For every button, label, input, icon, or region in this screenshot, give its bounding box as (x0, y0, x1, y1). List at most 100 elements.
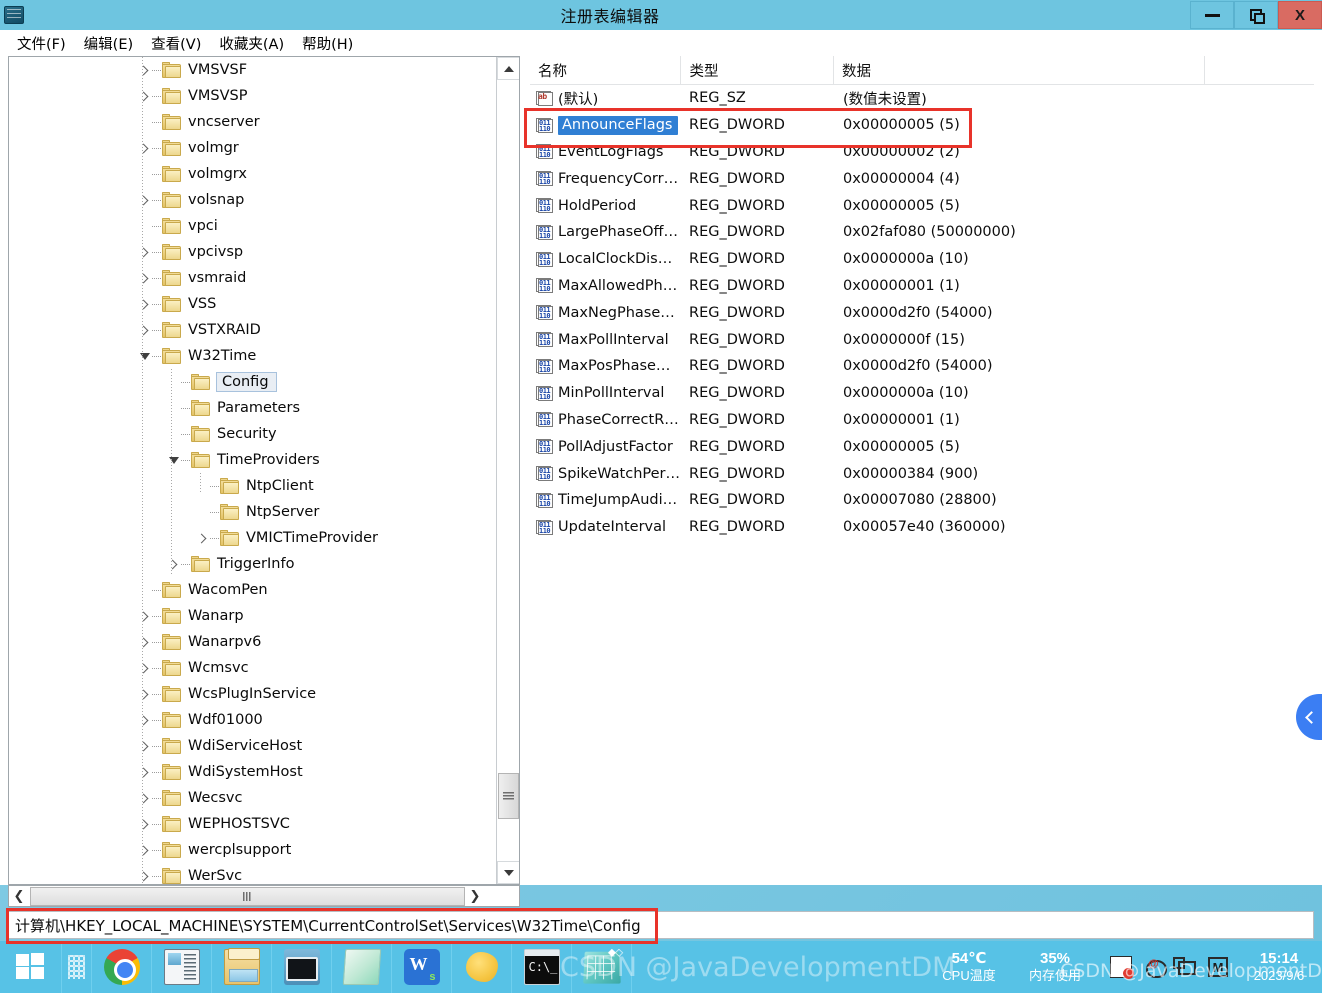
value-name-cell[interactable]: 011 110 MaxAllowedPh… (530, 278, 683, 294)
value-name-cell[interactable]: 011 110 MaxPollInterval (530, 332, 683, 348)
scroll-left-button[interactable]: ❮ (9, 886, 29, 906)
tree-node[interactable]: NtpServer (9, 499, 495, 525)
value-row[interactable]: 011 110 LargePhaseOff… REG_DWORD 0x02faf080 … (530, 219, 1314, 246)
value-row[interactable]: 011 110 MaxPollInterval REG_DWORD 0x0000000f… (530, 326, 1314, 353)
menu-item-favorites[interactable]: 收藏夹(A) (210, 31, 293, 56)
taskbar-app-docviewer[interactable] (152, 941, 212, 993)
value-name-cell[interactable]: 011 110 SpikeWatchPer… (530, 466, 683, 482)
taskbar-app-chrome[interactable] (92, 941, 152, 993)
tree-node[interactable]: vpci (9, 213, 495, 239)
tree-node[interactable]: Config (9, 369, 495, 395)
tree-node[interactable]: VMSVSP (9, 83, 495, 109)
chevron-right-icon[interactable] (137, 759, 152, 785)
m-tray-icon[interactable]: M (1208, 957, 1228, 977)
tree-node[interactable]: VMICTimeProvider (9, 525, 495, 551)
chevron-down-icon[interactable] (166, 447, 181, 473)
chevron-right-icon[interactable] (137, 707, 152, 733)
value-name-cell[interactable]: 011 110 MinPollInterval (530, 385, 683, 401)
chevron-right-icon[interactable] (137, 811, 152, 837)
tree-node[interactable]: WacomPen (9, 577, 495, 603)
tree-node[interactable]: vncserver (9, 109, 495, 135)
value-row[interactable]: 011 110 SpikeWatchPer… REG_DWORD 0x00000384 … (530, 460, 1314, 487)
taskbar-app-cmd[interactable]: C:\_ (512, 941, 572, 993)
taskbar-app-explorer[interactable] (212, 941, 272, 993)
chevron-right-icon[interactable] (137, 83, 152, 109)
tree-node[interactable]: Wcmsvc (9, 655, 495, 681)
value-list-body[interactable]: ab (默认) REG_SZ (数值未设置) 011 110 AnnounceFlags RE… (530, 85, 1314, 541)
scroll-down-button[interactable] (497, 861, 519, 884)
value-name-cell[interactable]: ab (默认) (530, 88, 683, 109)
scroll-right-button[interactable]: ❯ (465, 886, 485, 906)
taskbar-app-wps[interactable]: Ws (392, 941, 452, 993)
registry-tree-pane[interactable]: VMSVSF VMSVSP vncserver volmgr volmgrx volsna… (8, 56, 520, 885)
chevron-right-icon[interactable] (137, 135, 152, 161)
tree-node[interactable]: Wecsvc (9, 785, 495, 811)
value-row[interactable]: 011 110 MaxAllowedPh… REG_DWORD 0x00000001 (… (530, 273, 1314, 300)
tree-node[interactable]: Security (9, 421, 495, 447)
cpu-temperature-indicator[interactable]: 54℃ CPU温度 (926, 950, 1012, 984)
taskbar-app-yellow[interactable] (452, 941, 512, 993)
scroll-up-button[interactable] (497, 57, 519, 80)
taskbar-app-remote[interactable] (272, 941, 332, 993)
value-name-cell[interactable]: 011 110 PollAdjustFactor (530, 439, 683, 455)
registry-value-pane[interactable]: 名称 类型 数据 ab (默认) REG_SZ (数值未设置) 011 110 Announ… (530, 56, 1314, 885)
chevron-right-icon[interactable] (137, 837, 152, 863)
chevron-right-icon[interactable] (137, 317, 152, 343)
network-tray-icon[interactable] (1173, 957, 1196, 975)
chevron-right-icon[interactable] (137, 733, 152, 759)
value-row[interactable]: 011 110 TimeJumpAudi… REG_DWORD 0x00007080 (… (530, 487, 1314, 514)
value-name-cell[interactable]: 011 110 UpdateInterval (530, 519, 683, 535)
tree-hscroll-thumb[interactable] (30, 886, 465, 906)
minimize-button[interactable] (1190, 1, 1234, 29)
taskbar-app-note[interactable] (332, 941, 392, 993)
tree-node[interactable]: WdiServiceHost (9, 733, 495, 759)
value-name-cell[interactable]: 011 110 HoldPeriod (530, 198, 683, 214)
value-name-cell[interactable]: 011 110 PhaseCorrectR… (530, 412, 683, 428)
maximize-restore-button[interactable] (1234, 1, 1278, 29)
menu-item-view[interactable]: 查看(V) (142, 31, 210, 56)
value-name-cell[interactable]: 011 110 LargePhaseOff… (530, 224, 683, 240)
value-row[interactable]: 011 110 FrequencyCorr… REG_DWORD 0x00000004 … (530, 165, 1314, 192)
clock[interactable]: 15:14 2023/9/6 (1240, 950, 1314, 984)
chevron-right-icon[interactable] (137, 603, 152, 629)
column-header-data[interactable]: 数据 (834, 56, 1206, 85)
value-row[interactable]: 011 110 PhaseCorrectR… REG_DWORD 0x00000001 … (530, 407, 1314, 434)
tree-node[interactable]: vpcivsp (9, 239, 495, 265)
chevron-right-icon[interactable] (137, 863, 152, 884)
tree-node[interactable]: VSTXRAID (9, 317, 495, 343)
tree-node[interactable]: TriggerInfo (9, 551, 495, 577)
chevron-down-icon[interactable] (137, 343, 152, 369)
value-name-cell[interactable]: 011 110 FrequencyCorr… (530, 171, 683, 187)
tree-node[interactable]: WerSvc (9, 863, 495, 884)
value-name-cell[interactable]: 011 110 EventLogFlags (530, 144, 683, 160)
chevron-right-icon[interactable] (166, 551, 181, 577)
close-button[interactable]: X (1278, 1, 1322, 29)
chevron-right-icon[interactable] (137, 265, 152, 291)
taskbar-grip[interactable] (62, 941, 92, 993)
value-row[interactable]: 011 110 PollAdjustFactor REG_DWORD 0x0000000… (530, 433, 1314, 460)
chevron-right-icon[interactable] (137, 57, 152, 83)
chevron-right-icon[interactable] (137, 655, 152, 681)
tree-node[interactable]: volmgrx (9, 161, 495, 187)
value-name-cell[interactable]: 011 110 TimeJumpAudi… (530, 492, 683, 508)
tree-node[interactable]: NtpClient (9, 473, 495, 499)
value-name-cell[interactable]: 011 110 AnnounceFlags (530, 115, 683, 135)
menu-item-edit[interactable]: 编辑(E) (75, 31, 142, 56)
value-name-cell[interactable]: 011 110 MaxPosPhase… (530, 358, 683, 374)
value-row[interactable]: 011 110 EventLogFlags REG_DWORD 0x00000002 (… (530, 139, 1314, 166)
tree-node[interactable]: W32Time (9, 343, 495, 369)
tree-node[interactable]: WcsPlugInService (9, 681, 495, 707)
chevron-right-icon[interactable] (137, 785, 152, 811)
document-tray-icon[interactable] (1110, 956, 1134, 979)
chevron-right-icon[interactable] (137, 681, 152, 707)
value-row[interactable]: 011 110 MaxPosPhase… REG_DWORD 0x0000d2f0 (5… (530, 353, 1314, 380)
tree-node[interactable]: WEPHOSTSVC (9, 811, 495, 837)
value-name-cell[interactable]: 011 110 LocalClockDis… (530, 251, 683, 267)
registry-tree-list[interactable]: VMSVSF VMSVSP vncserver volmgr volmgrx volsna… (9, 57, 495, 884)
tree-scroll-thumb[interactable] (498, 773, 519, 819)
column-header-type[interactable]: 类型 (681, 56, 834, 85)
tree-node[interactable]: VSS (9, 291, 495, 317)
chevron-right-icon[interactable] (137, 187, 152, 213)
mail-tray-icon[interactable] (1144, 956, 1167, 978)
tree-node[interactable]: Parameters (9, 395, 495, 421)
